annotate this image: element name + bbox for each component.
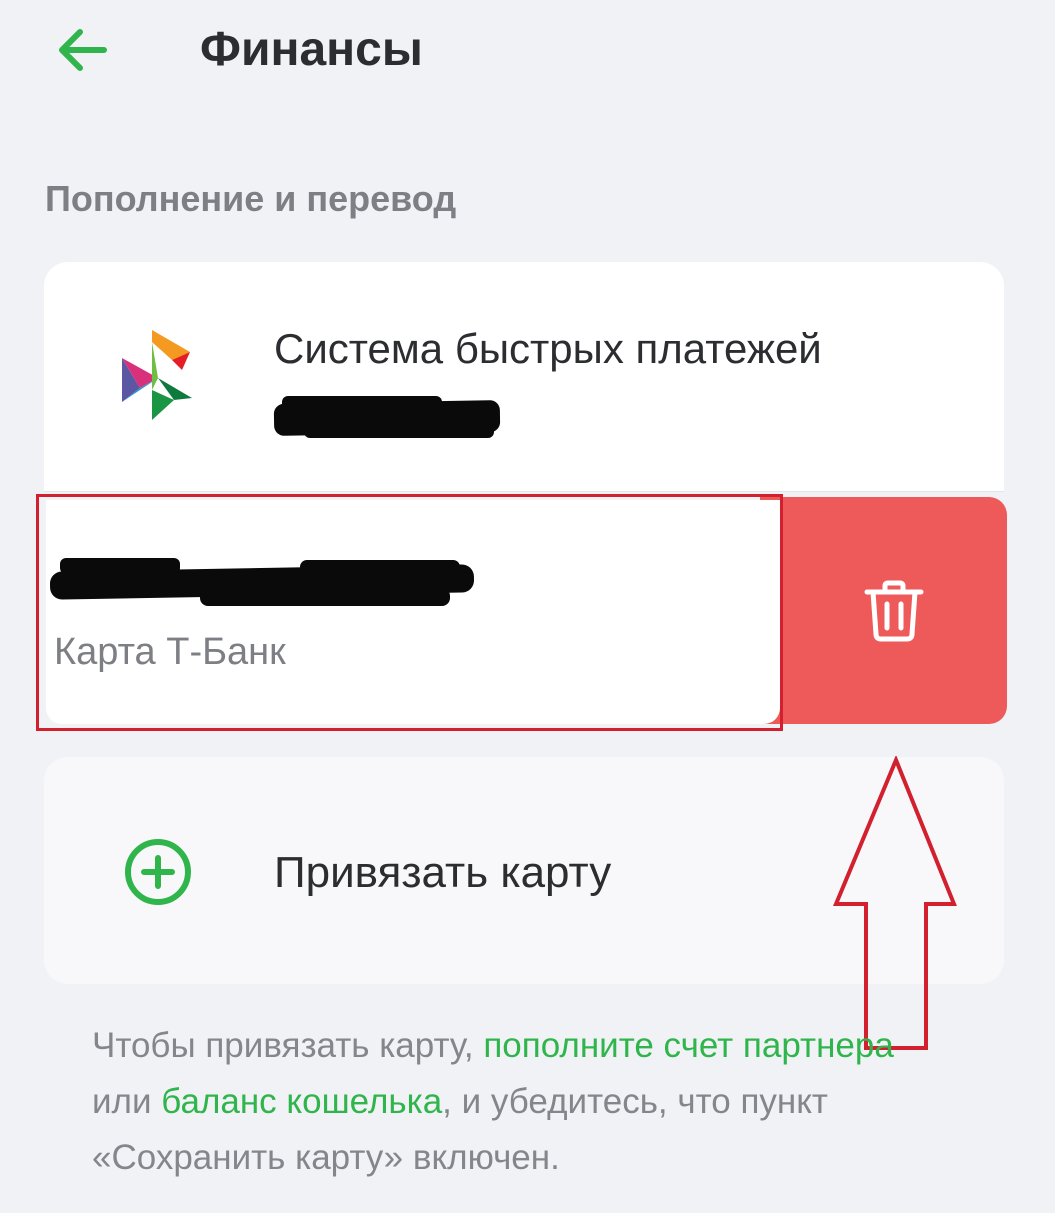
sbp-item[interactable]: Система быстрых платежей bbox=[44, 262, 1004, 492]
card-bank-label: Карта Т-Банк bbox=[54, 631, 286, 673]
finance-screen: Финансы Пополнение и перевод Система быс… bbox=[0, 0, 1055, 1213]
plus-circle-icon bbox=[125, 839, 191, 905]
back-button[interactable] bbox=[50, 22, 112, 78]
sbp-logo-icon bbox=[122, 330, 192, 420]
trash-icon bbox=[864, 580, 923, 641]
hint-part-2: или bbox=[92, 1082, 162, 1121]
top-up-partner-link[interactable]: пополните счет партнера bbox=[483, 1026, 893, 1065]
add-card-button[interactable]: Привязать карту bbox=[44, 757, 1004, 984]
wallet-balance-link[interactable]: баланс кошелька bbox=[161, 1082, 442, 1121]
hint-part-1: Чтобы привязать карту, bbox=[92, 1026, 484, 1065]
sbp-subtitle-redacted bbox=[273, 396, 502, 440]
add-card-label: Привязать карту bbox=[274, 848, 612, 897]
sbp-title: Система быстрых платежей bbox=[274, 325, 822, 372]
section-title: Пополнение и перевод bbox=[45, 178, 457, 219]
page-title: Финансы bbox=[200, 23, 423, 76]
hint-text: Чтобы привязать карту, пополните счет па… bbox=[92, 1018, 952, 1186]
delete-card-button[interactable] bbox=[760, 497, 1007, 724]
arrow-left-icon bbox=[59, 29, 107, 71]
saved-card-item[interactable]: Карта Т-Банк bbox=[46, 500, 780, 724]
card-number-redacted bbox=[49, 558, 476, 608]
